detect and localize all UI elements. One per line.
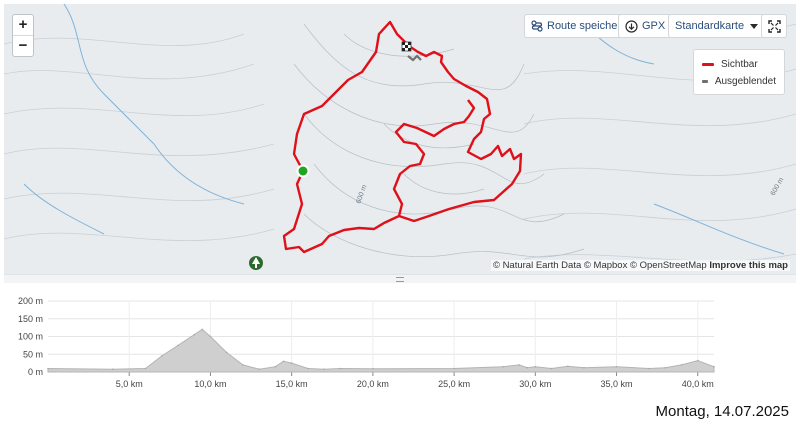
start-marker-icon[interactable]: [296, 164, 310, 178]
elevation-point: [258, 368, 261, 370]
y-tick-label: 0 m: [28, 367, 43, 377]
panel-resize-handle[interactable]: [4, 274, 796, 283]
x-tick-label: 25,0 km: [438, 379, 470, 389]
elevation-point: [526, 366, 528, 369]
zoom-out-button[interactable]: −: [13, 35, 33, 56]
legend-swatch-visible: [702, 63, 714, 66]
elevation-point: [323, 368, 325, 370]
elevation-point: [518, 364, 520, 366]
elevation-point: [567, 365, 569, 368]
y-tick-label: 150 m: [18, 314, 43, 324]
x-tick-label: 10,0 km: [194, 379, 226, 389]
elevation-point: [144, 367, 147, 370]
elevation-point: [209, 335, 212, 338]
elevation-point: [534, 365, 537, 368]
elevation-point: [664, 366, 667, 369]
fullscreen-button[interactable]: [761, 14, 787, 38]
finish-flag-icon[interactable]: [401, 41, 412, 52]
legend-label-visible: Sichtbar: [721, 59, 758, 70]
elevation-point: [225, 351, 228, 354]
elevation-point: [193, 333, 195, 336]
route-save-label: Route speichern: [547, 20, 628, 32]
route-icon: [531, 20, 543, 32]
elevation-point: [502, 365, 504, 368]
x-tick-label: 5,0 km: [116, 379, 143, 389]
gpx-label: GPX: [642, 20, 666, 32]
elevation-point: [160, 355, 163, 357]
elevation-area[interactable]: [47, 328, 715, 373]
elevation-point: [372, 368, 374, 370]
x-tick-label: 35,0 km: [601, 379, 633, 389]
x-tick-label: 40,0 km: [682, 379, 714, 389]
x-tick-label: 15,0 km: [276, 379, 308, 389]
elevation-point: [339, 367, 342, 370]
legend-label-hidden: Ausgeblendet: [714, 76, 776, 87]
legend-item-hidden[interactable]: Ausgeblendet: [702, 73, 776, 90]
x-tick-label: 20,0 km: [357, 379, 389, 389]
elevation-point: [615, 365, 618, 368]
caret-down-icon: [750, 23, 759, 29]
elevation-point: [290, 362, 293, 364]
fullscreen-icon: [767, 19, 781, 33]
map-style-label: Standardkarte: [675, 20, 745, 32]
map-style-select[interactable]: Standardkarte: [668, 14, 766, 38]
elevation-point: [201, 328, 204, 331]
elevation-point: [697, 359, 699, 362]
zoom-control: + −: [12, 14, 34, 57]
grip-icon: [396, 277, 404, 282]
elevation-point: [177, 344, 179, 347]
elevation-point: [307, 367, 309, 370]
elevation-profile-chart[interactable]: 200 m 150 m 100 m 50 m 0 m 5,0 km 10,0 km 15,0 …: [0, 284, 800, 396]
elevation-point: [242, 364, 244, 366]
elevation-point: [274, 365, 277, 368]
y-tick-label: 200 m: [18, 296, 43, 306]
tree-poi-icon[interactable]: [249, 256, 263, 270]
elevation-point: [648, 367, 650, 370]
map-view[interactable]: 600 m 600 m + − Route speichern GPX Stan…: [4, 4, 796, 274]
y-tick-label: 100 m: [18, 332, 43, 342]
elevation-point: [713, 365, 715, 368]
improve-map-link[interactable]: Improve this map: [709, 260, 788, 271]
elevation-point: [47, 367, 49, 370]
y-tick-label: 50 m: [23, 349, 43, 359]
elevation-point: [112, 368, 114, 370]
download-icon: [625, 19, 638, 33]
elevation-point: [453, 367, 455, 370]
attribution-text: © Natural Earth Data © Mapbox © OpenStre…: [492, 260, 707, 271]
gpx-download-button[interactable]: GPX: [618, 14, 673, 38]
elevation-point: [680, 364, 683, 366]
date-caption: Montag, 14.07.2025: [655, 403, 789, 420]
x-tick-label: 30,0 km: [519, 379, 551, 389]
legend-swatch-hidden: [702, 80, 708, 83]
elevation-point: [550, 367, 553, 370]
elevation-point: [583, 366, 585, 369]
topographic-map: 600 m 600 m: [4, 4, 796, 274]
zoom-in-button[interactable]: +: [13, 15, 33, 35]
legend-item-visible[interactable]: Sichtbar: [702, 56, 776, 73]
elevation-point: [282, 360, 285, 363]
route-legend: Sichtbar Ausgeblendet: [693, 49, 785, 95]
map-attribution: © Natural Earth Data © Mapbox © OpenStre…: [490, 260, 790, 271]
